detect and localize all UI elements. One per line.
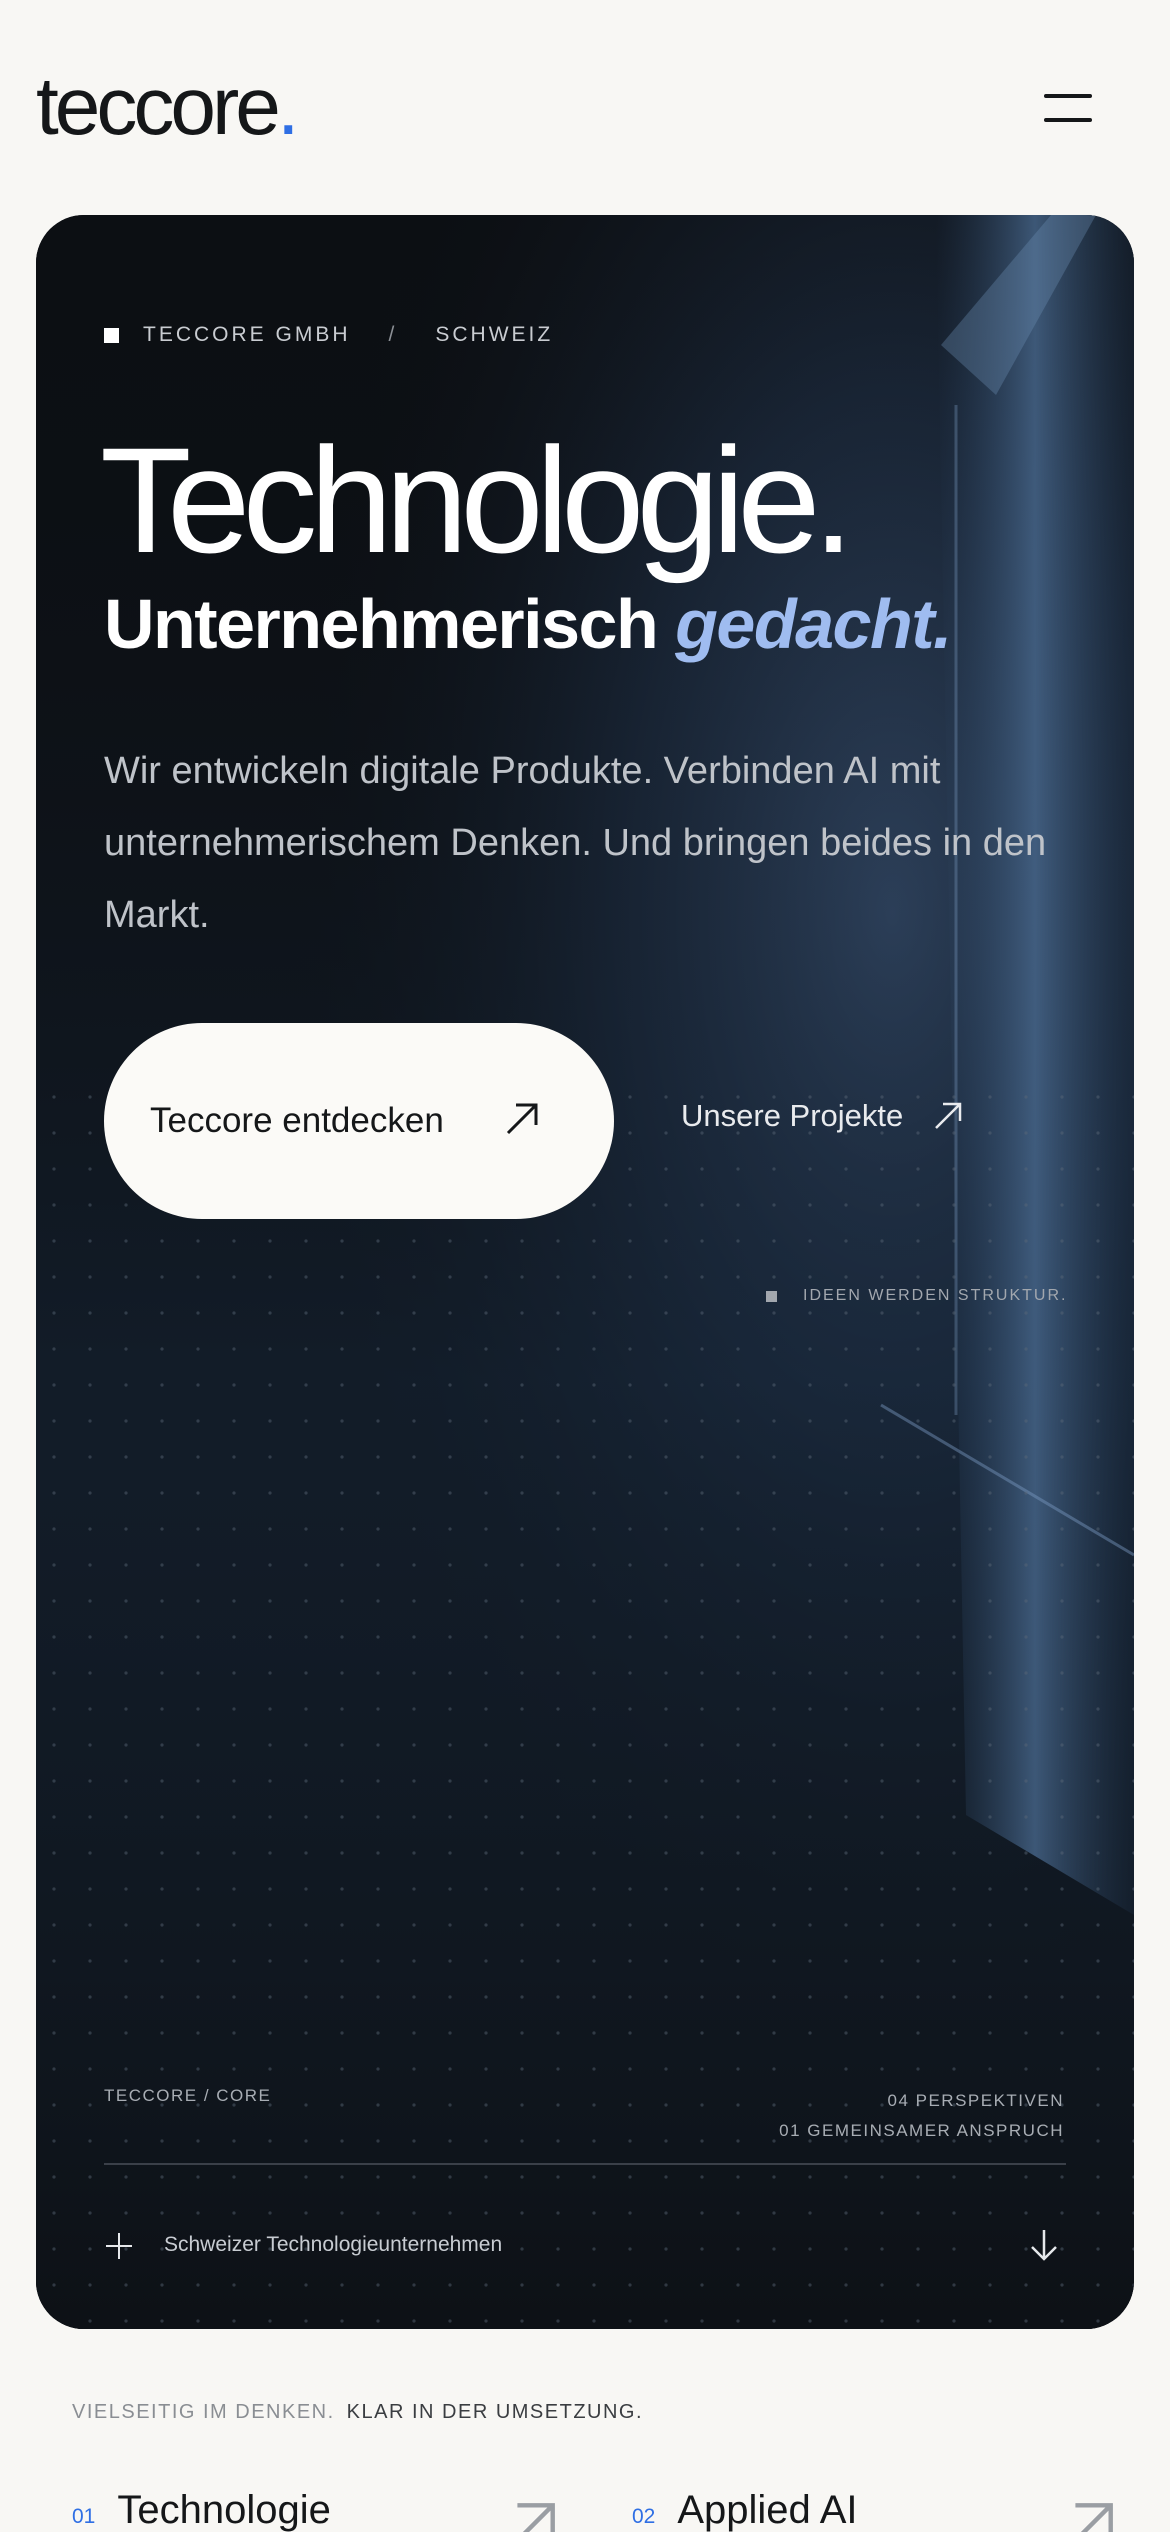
teccore-logo[interactable]: teccore. <box>36 61 300 152</box>
unsere-projekte-link[interactable]: Unsere Projekte <box>681 1098 963 1134</box>
plus-icon[interactable] <box>104 2231 134 2261</box>
hamburger-menu-icon[interactable] <box>1040 88 1098 128</box>
hero-subtitle-accent: gedacht. <box>675 585 952 663</box>
hero-footer-right-line-1: 04 PERSPEKTIVEN <box>887 2091 1064 2110</box>
tagline-light: VIELSEITIG IM DENKEN. <box>72 2401 335 2423</box>
arrow-up-right-icon <box>506 1103 538 1135</box>
hero-tag-text: IDEEN WERDEN STRUKTUR. <box>803 1287 1068 1304</box>
logo-dot: . <box>276 61 300 152</box>
hero-title: Technologie. <box>100 416 854 584</box>
service-item-applied-ai[interactable]: 02 Applied AI <box>632 2488 858 2532</box>
hero-footer-label: Schweizer Technologieunternehmen <box>164 2233 503 2256</box>
arrow-down-icon[interactable] <box>1026 2227 1062 2263</box>
hero-eyebrow: TECCORE GMBH / SCHWEIZ <box>104 323 553 347</box>
arrow-up-right-icon[interactable] <box>1056 2500 1116 2532</box>
page: teccore. TECCORE GMBH / SCHWEIZ Technolo… <box>0 0 1170 2532</box>
tagline-strong: KLAR IN DER UMSETZUNG. <box>346 2401 644 2423</box>
arrow-up-right-icon <box>935 1102 962 1129</box>
eyebrow-separator: / <box>388 323 398 346</box>
eyebrow-country: SCHWEIZ <box>435 323 554 346</box>
hero-footer-bar: Schweizer Technologieunternehmen <box>104 2227 1066 2267</box>
intro-tagline: VIELSEITIG IM DENKEN. KLAR IN DER UMSETZU… <box>72 2401 643 2424</box>
service-item-technologie[interactable]: 01 Technologie <box>72 2488 331 2532</box>
arrow-up-right-icon[interactable] <box>498 2500 558 2532</box>
eyebrow-company: TECCORE GMBH <box>143 323 351 346</box>
hero-card: TECCORE GMBH / SCHWEIZ Technologie. Unte… <box>36 215 1134 2329</box>
secondary-link-label: Unsere Projekte <box>681 1098 904 1133</box>
primary-button-label: Teccore entdecken <box>150 1101 444 1140</box>
hero-lead: Wir entwickeln digitale Produkte. Verbin… <box>104 750 1047 936</box>
teccore-entdecken-button[interactable]: Teccore entdecken <box>104 1023 614 1219</box>
hero-subtitle-plain: Unternehmerisch <box>104 585 676 663</box>
service-number: 02 <box>632 2505 656 2528</box>
hero-footer-left: TECCORE / CORE <box>104 2086 272 2105</box>
square-bullet-icon <box>104 327 119 343</box>
service-name: Technologie <box>117 2488 331 2532</box>
hero-footer-right-line-2: 01 GEMEINSAMER ANSPRUCH <box>779 2121 1064 2140</box>
hero-tag: IDEEN WERDEN STRUKTUR. <box>766 1287 1067 1305</box>
service-name: Applied AI <box>677 2488 858 2532</box>
hero-subtitle: Unternehmerisch gedacht. <box>104 579 952 669</box>
logo-text: teccore <box>36 61 281 152</box>
square-bullet-icon <box>766 1290 777 1302</box>
hero-divider <box>104 2163 1066 2165</box>
hero-footer-right: 04 PERSPEKTIVEN 01 GEMEINSAMER ANSPRUCH <box>779 2086 1064 2146</box>
service-number: 01 <box>72 2505 96 2528</box>
